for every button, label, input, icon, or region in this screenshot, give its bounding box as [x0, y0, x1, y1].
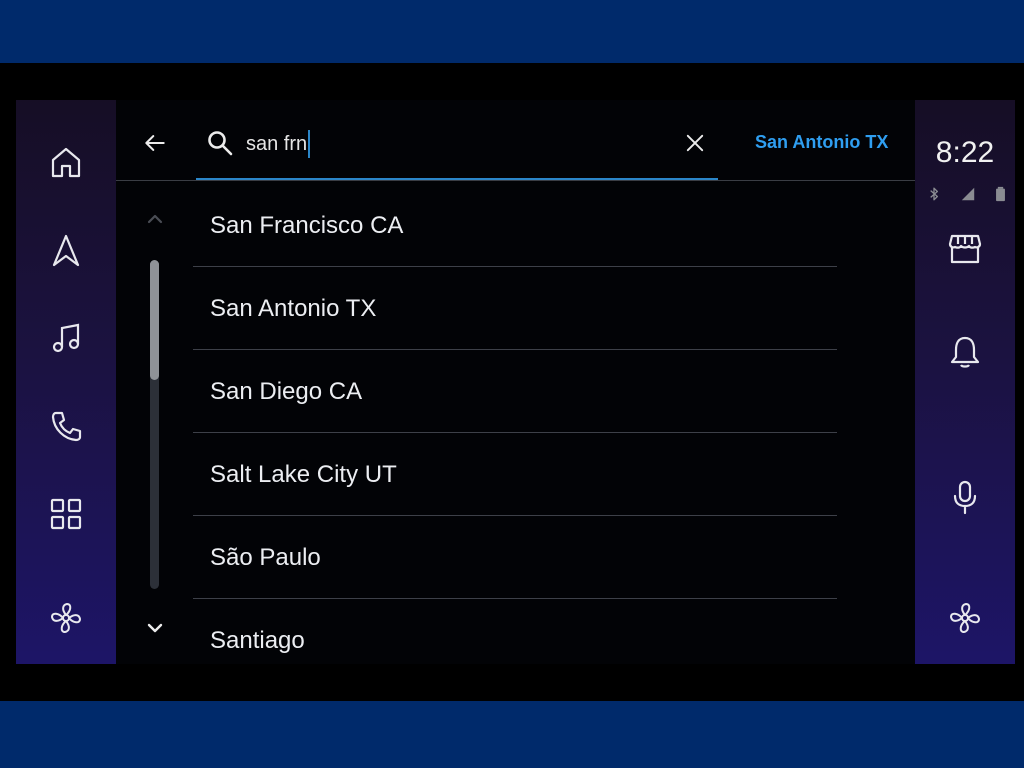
list-item[interactable]: San Antonio TX [193, 267, 837, 350]
status-icons [929, 184, 1005, 204]
music-icon[interactable] [46, 318, 86, 358]
search-bar: san frn [196, 116, 718, 180]
bottom-frame-band [0, 701, 1024, 768]
search-suggestion[interactable]: San Antonio TX [755, 132, 888, 153]
list-item-label: San Francisco CA [210, 212, 404, 239]
list-item-label: San Diego CA [210, 378, 363, 405]
scrollbar-thumb[interactable] [150, 260, 159, 380]
clear-icon[interactable] [680, 128, 710, 158]
fan-icon[interactable] [46, 598, 86, 638]
list-item[interactable]: Salt Lake City UT [193, 433, 837, 516]
search-icon [208, 131, 233, 156]
phone-icon[interactable] [46, 406, 86, 446]
search-panel: san frn San Antonio TX San Francisco CA … [116, 100, 915, 664]
signal-icon [961, 187, 974, 201]
list-item-label: Salt Lake City UT [210, 461, 397, 488]
scroll-down-icon[interactable] [144, 617, 166, 639]
header-divider [116, 180, 915, 181]
list-item-label: Santiago [210, 627, 305, 654]
microphone-icon[interactable] [945, 477, 985, 517]
apps-grid-icon[interactable] [46, 494, 86, 534]
battery-icon [996, 186, 1005, 202]
home-icon[interactable] [46, 142, 86, 182]
back-arrow-icon[interactable] [140, 128, 170, 158]
scrollbar-track[interactable] [150, 260, 159, 589]
list-item-label: São Paulo [210, 544, 321, 571]
store-icon[interactable] [945, 228, 985, 268]
results-list: San Francisco CA San Antonio TX San Dieg… [193, 184, 837, 664]
top-frame-band [0, 0, 1024, 63]
fan-icon[interactable] [945, 598, 985, 638]
clock: 8:22 [935, 136, 995, 169]
list-item[interactable]: São Paulo [193, 516, 837, 599]
bluetooth-icon [930, 187, 938, 201]
left-nav-rail [16, 100, 116, 664]
navigation-icon[interactable] [46, 230, 86, 270]
right-status-rail: 8:22 [915, 100, 1015, 664]
scroll-up-icon[interactable] [144, 208, 166, 230]
list-item[interactable]: San Diego CA [193, 350, 837, 433]
search-input[interactable]: san frn [246, 130, 311, 158]
bell-icon[interactable] [945, 332, 985, 372]
list-item-label: San Antonio TX [210, 295, 377, 322]
list-item[interactable]: Santiago [193, 599, 837, 664]
list-item[interactable]: San Francisco CA [193, 184, 837, 267]
